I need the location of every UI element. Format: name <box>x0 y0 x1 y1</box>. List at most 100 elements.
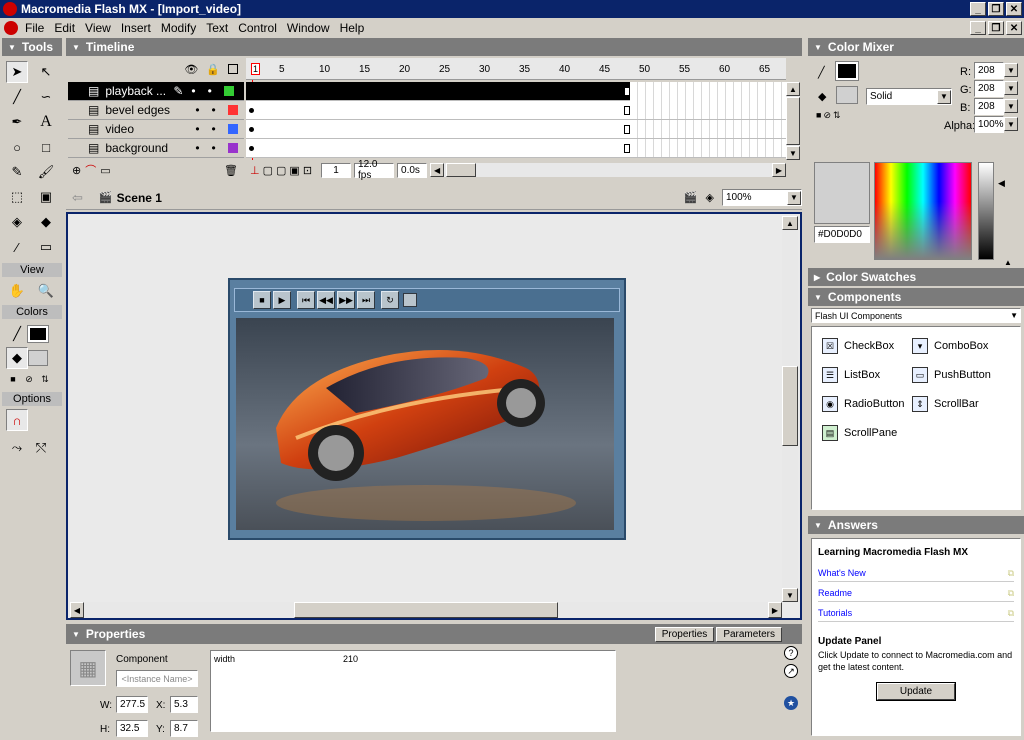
arrow-tool-icon[interactable]: ➤ <box>6 61 28 83</box>
menu-text[interactable]: Text <box>201 21 233 35</box>
scroll-up-arrow[interactable]: ▲ <box>786 82 800 96</box>
eye-icon[interactable]: 👁 <box>184 63 198 76</box>
help-icon[interactable]: ? <box>784 646 798 660</box>
tools-header[interactable]: ▼ Tools <box>2 38 62 56</box>
timeline-header[interactable]: ▼ Timeline <box>66 38 802 56</box>
zoom-select[interactable]: 100% ▼ <box>722 189 802 206</box>
edit-scene-icon[interactable]: 🎬 <box>684 191 698 204</box>
timeline-vscroll[interactable]: ▲ ▼ <box>786 82 800 160</box>
outline-icon[interactable] <box>228 64 238 74</box>
minimize-button[interactable]: _ <box>970 2 986 16</box>
scroll-left-arrow[interactable]: ◀ <box>70 602 84 618</box>
stage-hscroll[interactable]: ◀ ▶ <box>70 602 782 618</box>
doc-restore-button[interactable]: ❐ <box>988 21 1004 35</box>
step-forward-icon[interactable]: ▶▶ <box>337 291 355 309</box>
external-link-icon[interactable]: ⧉ <box>1008 568 1014 579</box>
transform-tool-icon[interactable]: ⬚ <box>6 186 28 208</box>
color-mixer-header[interactable]: ▼ Color Mixer <box>808 38 1024 56</box>
default-colors-icon[interactable]: ■ <box>6 372 20 386</box>
scroll-down-arrow[interactable]: ▼ <box>782 588 798 602</box>
lock-dot[interactable]: • <box>212 122 216 136</box>
onion-outline-icon[interactable]: ▢ <box>276 164 286 177</box>
fill-color-swatch[interactable] <box>28 350 48 366</box>
trash-icon[interactable]: 🗑 <box>224 164 238 177</box>
width-field[interactable]: 277.5 <box>116 696 148 713</box>
menu-file[interactable]: File <box>20 21 49 35</box>
edit-symbol-icon[interactable]: ◈ <box>706 191 714 204</box>
frame-row[interactable] <box>246 101 786 120</box>
y-field[interactable]: 8.7 <box>170 720 198 737</box>
layer-color-swatch[interactable] <box>227 105 238 115</box>
eraser-tool-icon[interactable]: ▭ <box>35 236 57 258</box>
straighten-icon[interactable]: ⤲ <box>30 437 52 459</box>
back-arrow-icon[interactable]: ⇦ <box>72 190 83 206</box>
paint-bucket-tool-icon[interactable]: ◆ <box>35 211 57 233</box>
smooth-icon[interactable]: ⤳ <box>6 437 28 459</box>
zoom-tool-icon[interactable]: 🔍 <box>35 280 57 302</box>
answers-header[interactable]: ▼ Answers <box>808 516 1024 534</box>
scroll-down-arrow[interactable]: ▼ <box>786 146 800 160</box>
video-frame[interactable]: ■ ▶ ⏮ ◀◀ ▶▶ ⏭ ↻ <box>228 278 626 540</box>
hand-tool-icon[interactable]: ✋ <box>6 280 28 302</box>
component-set-select[interactable]: Flash UI Components ▼ <box>811 308 1021 323</box>
insert-folder-icon[interactable]: ▭ <box>100 164 110 177</box>
accessibility-icon[interactable]: ★ <box>784 696 798 710</box>
properties-header[interactable]: ▼ Properties Properties Parameters <box>66 624 802 644</box>
tutorials-link[interactable]: Tutorials <box>818 608 852 619</box>
external-link-icon[interactable]: ⧉ <box>1008 588 1014 599</box>
menu-control[interactable]: Control <box>233 21 282 35</box>
insert-layer-icon[interactable]: ⊕ <box>72 164 81 177</box>
restore-button[interactable]: ❐ <box>988 2 1004 16</box>
update-button[interactable]: Update <box>875 682 957 701</box>
stroke-color-swatch[interactable] <box>27 325 49 343</box>
center-frame-icon[interactable]: ⊥ <box>250 164 260 177</box>
visible-dot[interactable]: • <box>195 103 199 117</box>
mixer-swap-icon[interactable]: ⇅ <box>833 110 841 121</box>
x-field[interactable]: 5.3 <box>170 696 198 713</box>
stop-icon[interactable]: ■ <box>253 291 271 309</box>
frames-area[interactable] <box>246 82 786 158</box>
layer-row-background[interactable]: ▤ background • • <box>68 139 244 158</box>
pen-tool-icon[interactable]: ✒ <box>6 111 28 133</box>
red-field[interactable]: 208 <box>974 62 1004 79</box>
external-link-icon[interactable]: ⧉ <box>1008 608 1014 619</box>
components-header[interactable]: ▼ Components <box>808 288 1024 306</box>
onion-skin-icon[interactable]: ▢ <box>263 164 273 177</box>
timeline-hscroll[interactable]: ◀ ▶ <box>430 163 786 177</box>
menu-help[interactable]: Help <box>335 21 370 35</box>
component-pushbutton[interactable]: ▭ PushButton <box>912 364 1012 386</box>
green-field[interactable]: 208 <box>974 80 1004 97</box>
alpha-slider-arrow[interactable]: ▼ <box>1004 117 1018 131</box>
frame-row[interactable] <box>246 82 786 101</box>
whats-new-link[interactable]: What's New <box>818 568 866 579</box>
component-scrollbar[interactable]: ⇕ ScrollBar <box>912 393 1012 415</box>
blue-slider-arrow[interactable]: ▼ <box>1004 99 1018 113</box>
tab-properties[interactable]: Properties <box>654 626 715 642</box>
menu-view[interactable]: View <box>80 21 116 35</box>
fill-type-select[interactable]: Solid ▼ <box>866 88 952 105</box>
rewind-start-icon[interactable]: ⏮ <box>297 291 315 309</box>
no-color-icon[interactable]: ⊘ <box>22 372 36 386</box>
layer-row-bevel-edges[interactable]: ▤ bevel edges • • <box>68 101 244 120</box>
lock-dot[interactable]: • <box>208 84 212 98</box>
instance-name-input[interactable]: <Instance Name> <box>116 670 198 687</box>
component-radiobutton[interactable]: ◉ RadioButton <box>822 393 912 415</box>
rectangle-tool-icon[interactable]: □ <box>35 136 57 158</box>
edit-in-place-icon[interactable]: ↗ <box>784 664 798 678</box>
red-slider-arrow[interactable]: ▼ <box>1004 63 1018 77</box>
menu-edit[interactable]: Edit <box>49 21 80 35</box>
playback-controller[interactable]: ■ ▶ ⏮ ◀◀ ▶▶ ⏭ ↻ <box>234 288 620 312</box>
modify-onion-icon[interactable]: ⊡ <box>303 164 312 177</box>
param-value[interactable]: 210 <box>343 654 358 664</box>
swap-colors-icon[interactable]: ⇅ <box>38 372 52 386</box>
scroll-up-arrow[interactable]: ▲ <box>782 216 798 230</box>
edit-multiple-icon[interactable]: ▣ <box>289 164 299 177</box>
forward-end-icon[interactable]: ⏭ <box>357 291 375 309</box>
scroll-left-arrow[interactable]: ◀ <box>430 163 445 177</box>
readme-link[interactable]: Readme <box>818 588 852 599</box>
stage-vscroll[interactable]: ▲ ▼ <box>782 216 798 602</box>
frame-row[interactable] <box>246 139 786 158</box>
layer-color-swatch[interactable] <box>227 124 238 134</box>
brightness-arrow-icon[interactable]: ◀ <box>998 178 1005 189</box>
step-back-icon[interactable]: ◀◀ <box>317 291 335 309</box>
